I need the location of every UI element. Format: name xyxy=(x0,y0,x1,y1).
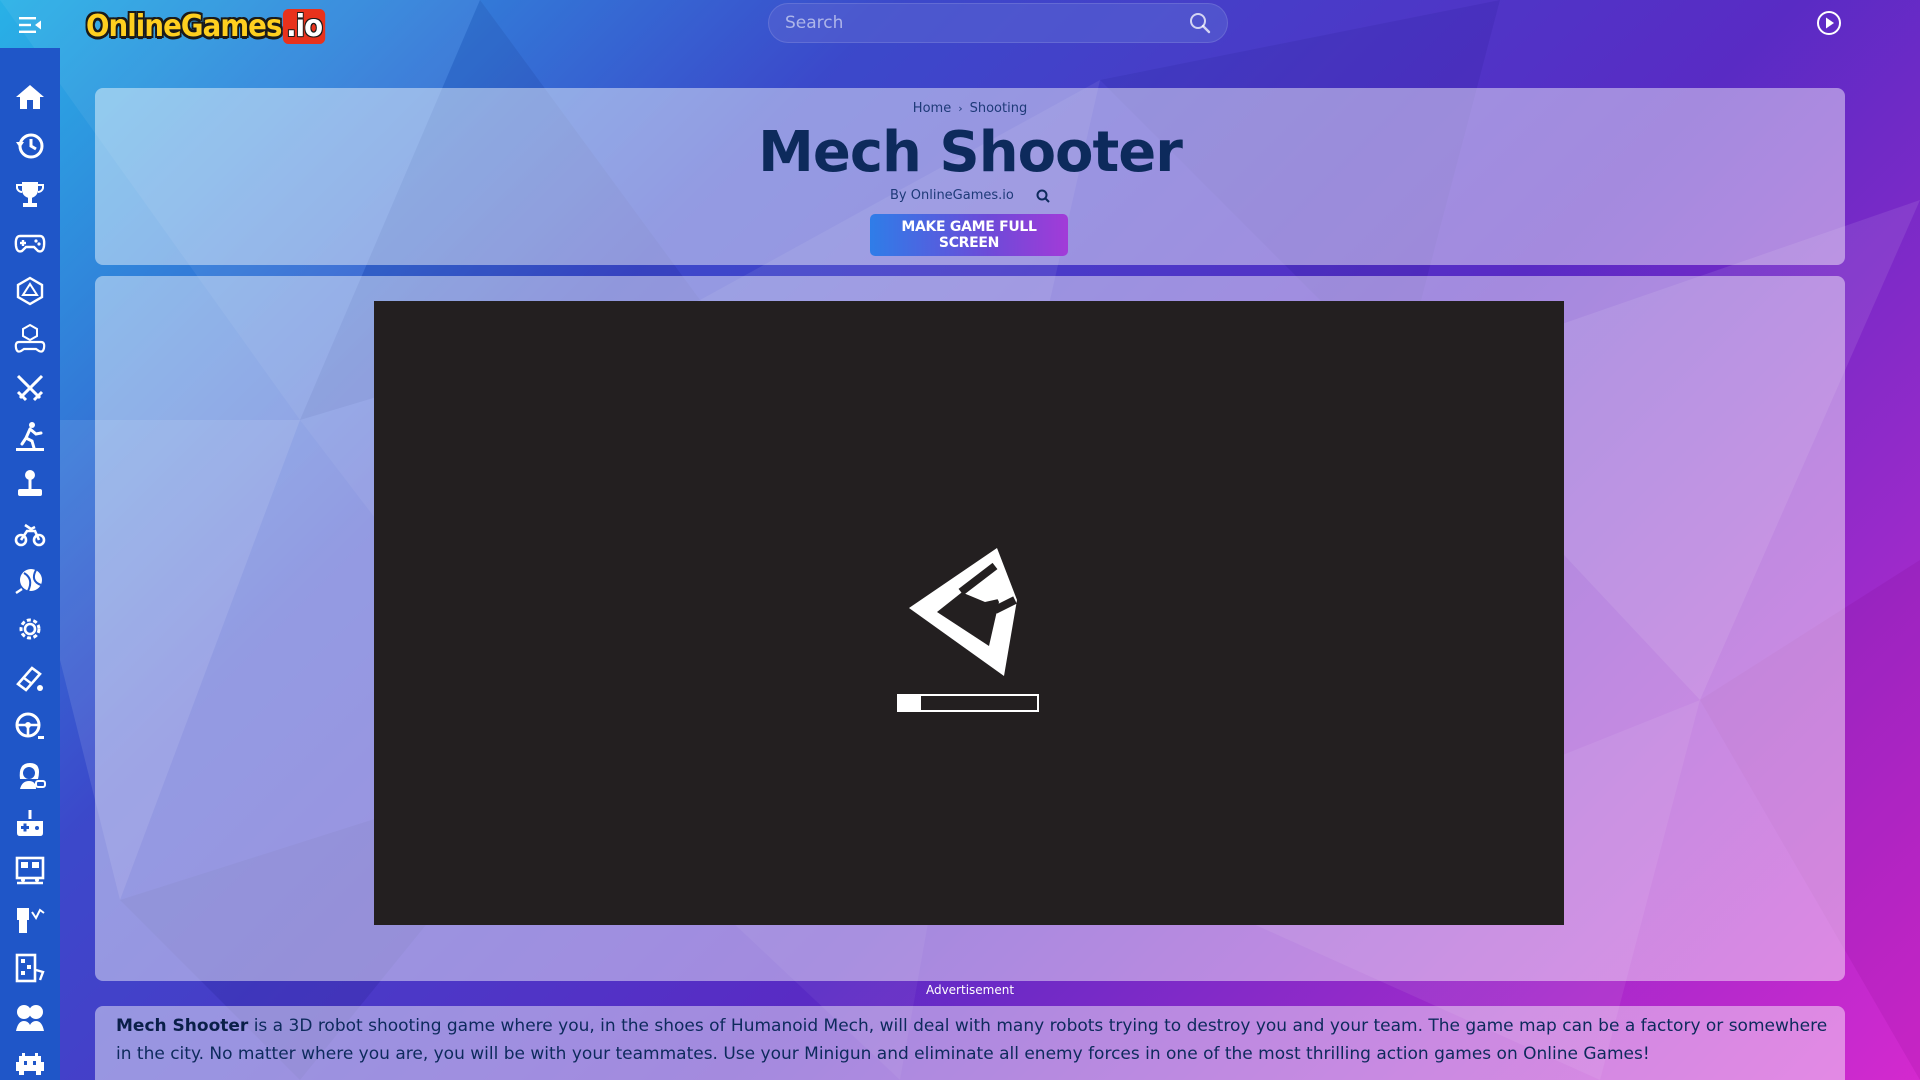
loading-progress-bar xyxy=(897,694,1039,712)
breadcrumb-home-link[interactable]: Home xyxy=(913,101,951,116)
game-panel xyxy=(95,276,1845,981)
top-bar: OnlineGames .io xyxy=(0,0,1920,60)
description-panel: Mech Shooter is a 3D robot shooting game… xyxy=(95,1006,1845,1080)
unity-logo-icon xyxy=(909,548,1017,676)
description-game-name: Mech Shooter xyxy=(116,1016,249,1036)
sidebar-item-home[interactable] xyxy=(0,73,60,121)
site-logo[interactable]: OnlineGames .io xyxy=(86,6,325,46)
girl-icon xyxy=(19,762,46,789)
couple-icon xyxy=(16,1004,44,1031)
search-bar xyxy=(768,3,1228,43)
dice-icon xyxy=(16,276,44,306)
logo-suffix: .io xyxy=(283,8,325,44)
search-icon[interactable] xyxy=(1189,12,1211,34)
sidebar-item-trophy[interactable] xyxy=(0,170,60,218)
sidebar-item-action[interactable] xyxy=(0,363,60,411)
search-input[interactable] xyxy=(785,13,1189,33)
crossed-swords-icon xyxy=(16,374,44,401)
sidebar-item-ball[interactable] xyxy=(0,557,60,605)
game-header-panel: Home › Shooting Mech Shooter By OnlineGame… xyxy=(95,88,1845,265)
author-text: By OnlineGames.io xyxy=(890,188,1014,203)
category-sidebar xyxy=(0,48,60,1080)
game-description: Mech Shooter is a 3D robot shooting game… xyxy=(116,1012,1836,1068)
sidebar-item-multiplayer[interactable] xyxy=(0,992,60,1040)
motorbike-icon xyxy=(14,523,46,547)
breadcrumb-category-link[interactable]: Shooting xyxy=(970,101,1028,116)
fullscreen-button[interactable]: MAKE GAME FULL SCREEN xyxy=(870,214,1068,256)
sidebar-item-history[interactable] xyxy=(0,121,60,169)
game-byline: By OnlineGames.io xyxy=(95,188,1845,203)
space-invader-icon xyxy=(16,1053,44,1075)
sidebar-item-gamepad[interactable] xyxy=(0,218,60,266)
train-icon xyxy=(15,857,45,885)
skate-icon xyxy=(16,666,43,692)
sidebar-item-retro-arcade[interactable] xyxy=(0,1041,60,1080)
builder-icon xyxy=(17,907,45,933)
breadcrumb: Home › Shooting xyxy=(95,101,1845,116)
sidebar-item-driving[interactable] xyxy=(0,702,60,750)
ball-icon xyxy=(15,569,42,595)
joystick-icon xyxy=(18,470,42,497)
magnifier-icon[interactable] xyxy=(1036,189,1050,203)
description-text: is a 3D robot shooting game where you, i… xyxy=(116,1016,1828,1064)
home-icon xyxy=(16,85,44,110)
trophy-icon xyxy=(16,181,44,207)
sidebar-item-arcade[interactable] xyxy=(0,460,60,508)
logo-text: OnlineGames xyxy=(86,8,282,44)
loading-progress-fill xyxy=(899,696,922,710)
sidebar-item-building[interactable] xyxy=(0,896,60,944)
sidebar-item-bike[interactable] xyxy=(0,509,60,557)
play-circle-icon[interactable] xyxy=(1816,10,1842,36)
retro-controller-icon xyxy=(17,810,43,837)
puzzle-board-icon xyxy=(15,953,45,983)
sidebar-item-3d[interactable] xyxy=(0,315,60,363)
game-frame[interactable] xyxy=(374,301,1564,925)
menu-collapse-icon xyxy=(19,17,41,33)
menu-toggle-button[interactable] xyxy=(0,0,60,50)
steering-wheel-icon xyxy=(15,712,44,740)
page-title: Mech Shooter xyxy=(758,120,1183,185)
cube-controller-icon xyxy=(14,323,46,353)
sidebar-item-skate[interactable] xyxy=(0,654,60,702)
gamepad-icon xyxy=(14,235,46,253)
sidebar-item-girls[interactable] xyxy=(0,750,60,798)
gear-icon xyxy=(19,618,41,640)
advertisement-label: Advertisement xyxy=(925,983,1015,997)
sidebar-item-train[interactable] xyxy=(0,847,60,895)
history-icon xyxy=(16,133,44,159)
sidebar-item-retro[interactable] xyxy=(0,799,60,847)
runner-icon xyxy=(16,421,44,451)
breadcrumb-separator: › xyxy=(958,102,963,115)
sidebar-item-adventure[interactable] xyxy=(0,412,60,460)
sidebar-item-dice[interactable] xyxy=(0,267,60,315)
sidebar-item-settings[interactable] xyxy=(0,605,60,653)
